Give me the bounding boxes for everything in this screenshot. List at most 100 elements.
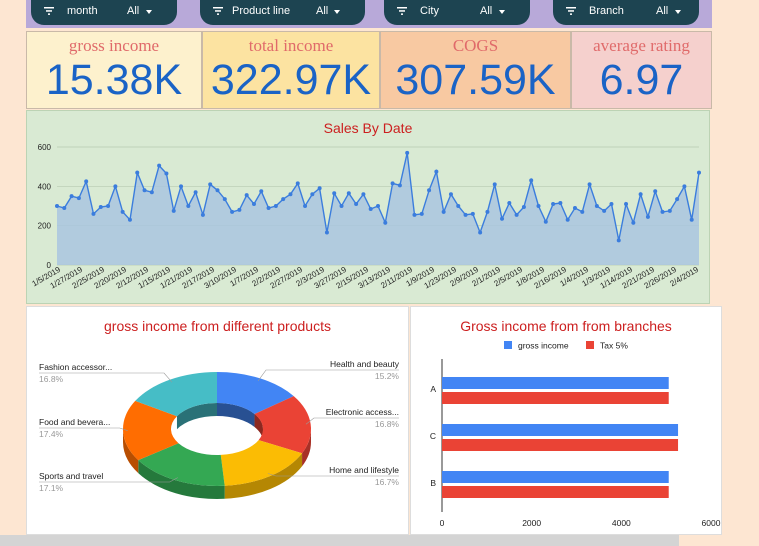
data-point [602,208,607,213]
kpi-average-rating: average rating 6.97 [571,31,712,109]
filter-value: All [316,5,329,17]
data-point [120,209,125,214]
x-tick-label: 2000 [522,518,541,528]
filter-product-line[interactable]: Product line All [200,0,365,25]
filter-icon [397,7,407,15]
slice-percent: 16.8% [375,419,400,429]
data-point [354,202,359,207]
data-point [98,204,103,209]
data-point [470,211,475,216]
data-point [230,209,235,214]
bar [442,439,679,451]
data-point [638,192,643,197]
data-point [376,204,380,208]
filter-bar: month All Product line All City All Bran… [26,0,712,28]
data-point [514,212,519,217]
data-point [697,170,701,175]
kpi-value: 15.38K [45,56,183,104]
data-point [434,169,439,174]
data-point [653,189,658,194]
chevron-down-icon [499,10,505,14]
category-label: B [430,478,436,488]
data-point [667,208,672,213]
legend-swatch [586,341,594,349]
slice-label: Fashion accessor... [39,362,112,372]
filter-month[interactable]: month All [31,0,177,25]
kpi-gross-income: gross income 15.38K [26,31,202,109]
data-point [281,197,286,202]
slice-percent: 15.2% [375,371,400,381]
slice-percent: 16.7% [375,477,400,487]
data-point [186,204,191,208]
data-point [164,171,169,176]
slice-label: Health and beauty [330,359,400,369]
data-point [84,179,89,184]
data-point [135,170,140,175]
kpi-value: 307.59K [395,56,556,104]
slice-percent: 17.4% [39,429,64,439]
x-tick-label: 6000 [702,518,721,528]
slice-label: Food and bevera... [39,417,110,427]
kpi-label: total income [248,36,334,55]
category-label: A [430,384,436,394]
data-point [427,188,432,193]
sales-line-chart: 02004006001/5/20191/27/20192/25/20192/20… [31,143,701,291]
data-point [492,182,497,187]
filter-city[interactable]: City All [384,0,530,25]
kpi-label: COGS [452,36,499,55]
data-point [660,209,665,214]
data-point [405,150,410,155]
data-point [631,220,636,225]
data-point [507,201,512,206]
data-point [266,205,271,210]
data-point [222,197,227,202]
filter-label: Product line [232,5,291,17]
legend-label: gross income [518,341,569,351]
data-point [529,178,534,183]
data-point [339,204,344,208]
data-point [317,186,322,191]
data-point [62,205,67,210]
horizontal-scrollbar[interactable] [0,535,679,546]
data-point [251,202,256,207]
data-point [55,204,59,208]
filter-branch[interactable]: Branch All [553,0,699,25]
filter-icon [44,7,54,15]
filter-icon [213,7,223,15]
kpi-total-income: total income 322.97K [202,31,380,109]
data-point [456,204,461,208]
data-point [675,197,680,202]
bar [442,392,669,404]
filter-icon [566,7,576,15]
data-point [616,238,621,243]
bar [442,486,669,498]
data-point [478,230,483,235]
data-point [295,181,300,186]
data-point [682,184,687,189]
chevron-down-icon [334,10,340,14]
legend-label: Tax 5% [600,341,628,351]
product-income-panel: gross income from different products Hea… [26,306,409,535]
data-point [127,217,132,222]
sales-area [57,152,699,265]
slice-label: Sports and travel [39,471,103,481]
branch-income-panel: Gross income from from branches gross in… [410,306,722,535]
kpi-value: 322.97K [210,56,372,104]
bar [442,424,679,436]
data-point [500,216,505,221]
data-point [171,208,176,213]
data-point [580,209,585,214]
bar [442,377,669,389]
data-point [303,204,308,208]
slice-label: Home and lifestyle [329,465,399,475]
filter-label: Branch [589,5,624,17]
kpi-value: 6.97 [599,56,684,104]
data-point [594,204,599,208]
chevron-down-icon [675,10,681,14]
data-point [441,209,446,214]
data-point [587,182,592,187]
data-point [332,191,337,196]
data-point [551,202,556,207]
data-point [244,193,249,198]
data-point [609,202,614,207]
